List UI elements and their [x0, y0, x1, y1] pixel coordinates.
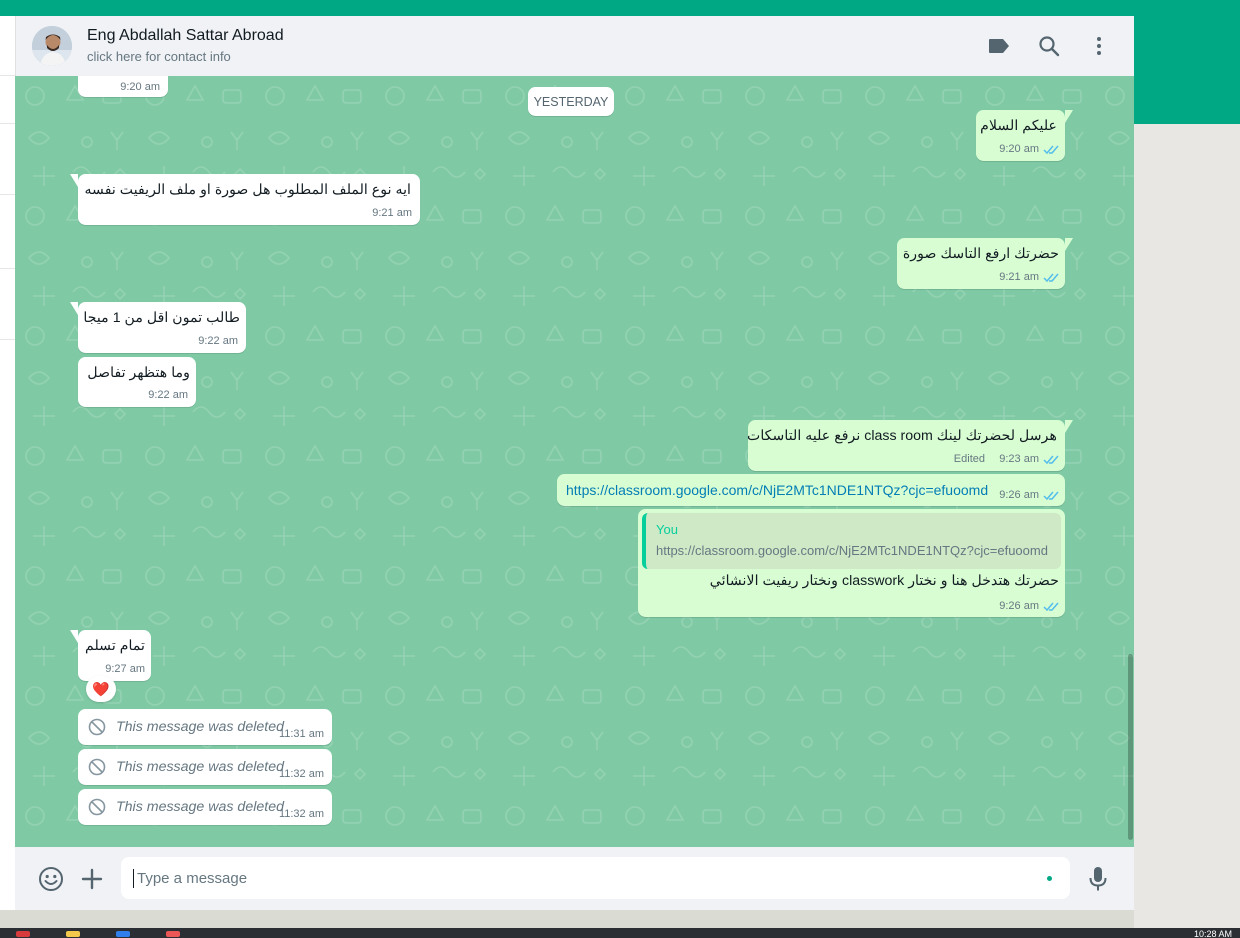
message-text: This message was deleted: [116, 759, 284, 775]
message-bubble-incoming[interactable]: 9:20 am: [78, 76, 168, 97]
window-top-strip: [0, 0, 1240, 16]
message-time: 9:20 am: [120, 81, 160, 93]
taskbar-app-icon[interactable]: [16, 931, 30, 937]
contact-avatar[interactable]: [32, 26, 72, 66]
message-text: This message was deleted: [116, 719, 284, 735]
bubble-tail: [70, 630, 78, 643]
text-cursor: [133, 869, 134, 888]
chat-scrollbar[interactable]: [1128, 654, 1133, 840]
message-text: تمام تسلم: [85, 638, 145, 654]
message-time: 9:21 am: [372, 207, 412, 219]
whatsapp-conversation-pane: Eng Abdallah Sattar Abroad click here fo…: [15, 16, 1134, 910]
search-icon[interactable]: [1037, 34, 1061, 58]
message-text: عليكم السلام: [980, 118, 1057, 134]
message-time: 11:31 am: [278, 728, 324, 740]
message-time: 9:22 am: [198, 335, 238, 347]
message-text: حضرتك هتدخل هنا و نختار classwork ونختار…: [709, 573, 1059, 589]
message-time: 9:22 am: [148, 389, 188, 401]
deleted-message-icon: [88, 758, 106, 776]
attach-plus-icon[interactable]: [79, 866, 105, 892]
bubble-tail: [70, 174, 78, 187]
label-icon[interactable]: [987, 34, 1011, 58]
message-bubble-outgoing[interactable]: هرسل لحضرتك لينك class room نرفع عليه ال…: [747, 420, 1073, 471]
message-input[interactable]: [121, 857, 1070, 899]
message-text: حضرتك ارفع التاسك صورة: [902, 246, 1059, 262]
background-panel: [1134, 124, 1240, 928]
taskbar-app-icon[interactable]: [66, 931, 80, 937]
message-text: This message was deleted: [116, 799, 284, 815]
message-bubble-deleted[interactable]: This message was deleted 11:32 am: [78, 789, 332, 825]
message-time: 9:23 am: [999, 453, 1039, 465]
message-text: ايه نوع الملف المطلوب هل صورة او ملف الر…: [84, 182, 411, 198]
message-bubble-outgoing[interactable]: عليكم السلام 9:20 am: [976, 110, 1073, 161]
message-bubble-deleted[interactable]: This message was deleted 11:31 am: [78, 709, 332, 745]
message-bubble-incoming[interactable]: تمام تسلم 9:27 am: [70, 630, 151, 681]
message-bubble-outgoing-reply[interactable]: You https://classroom.google.com/c/NjE2M…: [638, 509, 1065, 617]
message-text: وما هتظهر تفاصل: [87, 365, 190, 381]
bubble-tail: [70, 302, 78, 315]
read-ticks-icon: [1043, 602, 1059, 612]
bubble-tail: [1065, 110, 1073, 123]
status-dot: [1047, 876, 1052, 881]
os-taskbar: 10:28 AM: [0, 928, 1240, 938]
message-text: طالب تمون اقل من 1 ميجا: [83, 310, 240, 326]
message-bubble-outgoing[interactable]: https://classroom.google.com/c/NjE2MTc1N…: [557, 474, 1065, 506]
read-ticks-icon: [1043, 273, 1059, 283]
message-bubble-outgoing[interactable]: حضرتك ارفع التاسك صورة 9:21 am: [897, 238, 1073, 289]
message-bubble-deleted[interactable]: This message was deleted 11:32 am: [78, 749, 332, 785]
message-bubble-incoming[interactable]: ايه نوع الملف المطلوب هل صورة او ملف الر…: [70, 174, 420, 225]
read-ticks-icon: [1043, 491, 1059, 501]
contact-name[interactable]: Eng Abdallah Sattar Abroad: [87, 27, 284, 45]
taskbar-app-icon[interactable]: [116, 931, 130, 937]
message-composer: [15, 847, 1134, 910]
emoji-icon[interactable]: [38, 866, 64, 892]
quoted-sender: You: [656, 522, 678, 537]
background-teal-band: [1134, 16, 1240, 124]
chat-list-sliver: [0, 16, 15, 910]
read-ticks-icon: [1043, 145, 1059, 155]
taskbar-app-icon[interactable]: [166, 931, 180, 937]
message-time: 9:27 am: [105, 663, 145, 675]
read-ticks-icon: [1043, 455, 1059, 465]
message-time: 9:21 am: [999, 271, 1039, 283]
bubble-tail: [1065, 238, 1073, 251]
message-time: 9:26 am: [999, 489, 1039, 501]
taskbar-clock[interactable]: 10:28 AM: [1194, 929, 1232, 938]
deleted-message-icon: [88, 718, 106, 736]
quoted-text: https://classroom.google.com/c/NjE2MTc1N…: [656, 543, 1048, 558]
edited-label: Edited: [953, 453, 985, 465]
quoted-message[interactable]: You https://classroom.google.com/c/NjE2M…: [642, 513, 1061, 569]
message-time: 11:32 am: [278, 808, 324, 820]
message-bubble-incoming[interactable]: طالب تمون اقل من 1 ميجا 9:22 am: [70, 302, 246, 353]
date-divider: YESTERDAY: [528, 87, 614, 116]
menu-icon[interactable]: [1087, 34, 1111, 58]
message-bubble-incoming[interactable]: وما هتظهر تفاصل 9:22 am: [78, 357, 196, 407]
message-time: 9:26 am: [999, 600, 1039, 612]
deleted-message-icon: [88, 798, 106, 816]
microphone-icon[interactable]: [1085, 866, 1111, 892]
conversation-header[interactable]: Eng Abdallah Sattar Abroad click here fo…: [15, 16, 1134, 76]
heart-reaction-icon[interactable]: ❤️: [86, 676, 116, 702]
message-text: هرسل لحضرتك لينك class room نرفع عليه ال…: [747, 428, 1057, 444]
message-time: 9:20 am: [999, 143, 1039, 155]
contact-info-hint[interactable]: click here for contact info: [87, 49, 231, 64]
bubble-tail: [1065, 420, 1073, 433]
message-list[interactable]: 9:20 am YESTERDAY عليكم السلام 9:20 am ا…: [15, 76, 1134, 847]
message-link[interactable]: https://classroom.google.com/c/NjE2MTc1N…: [566, 482, 988, 498]
message-time: 11:32 am: [278, 768, 324, 780]
